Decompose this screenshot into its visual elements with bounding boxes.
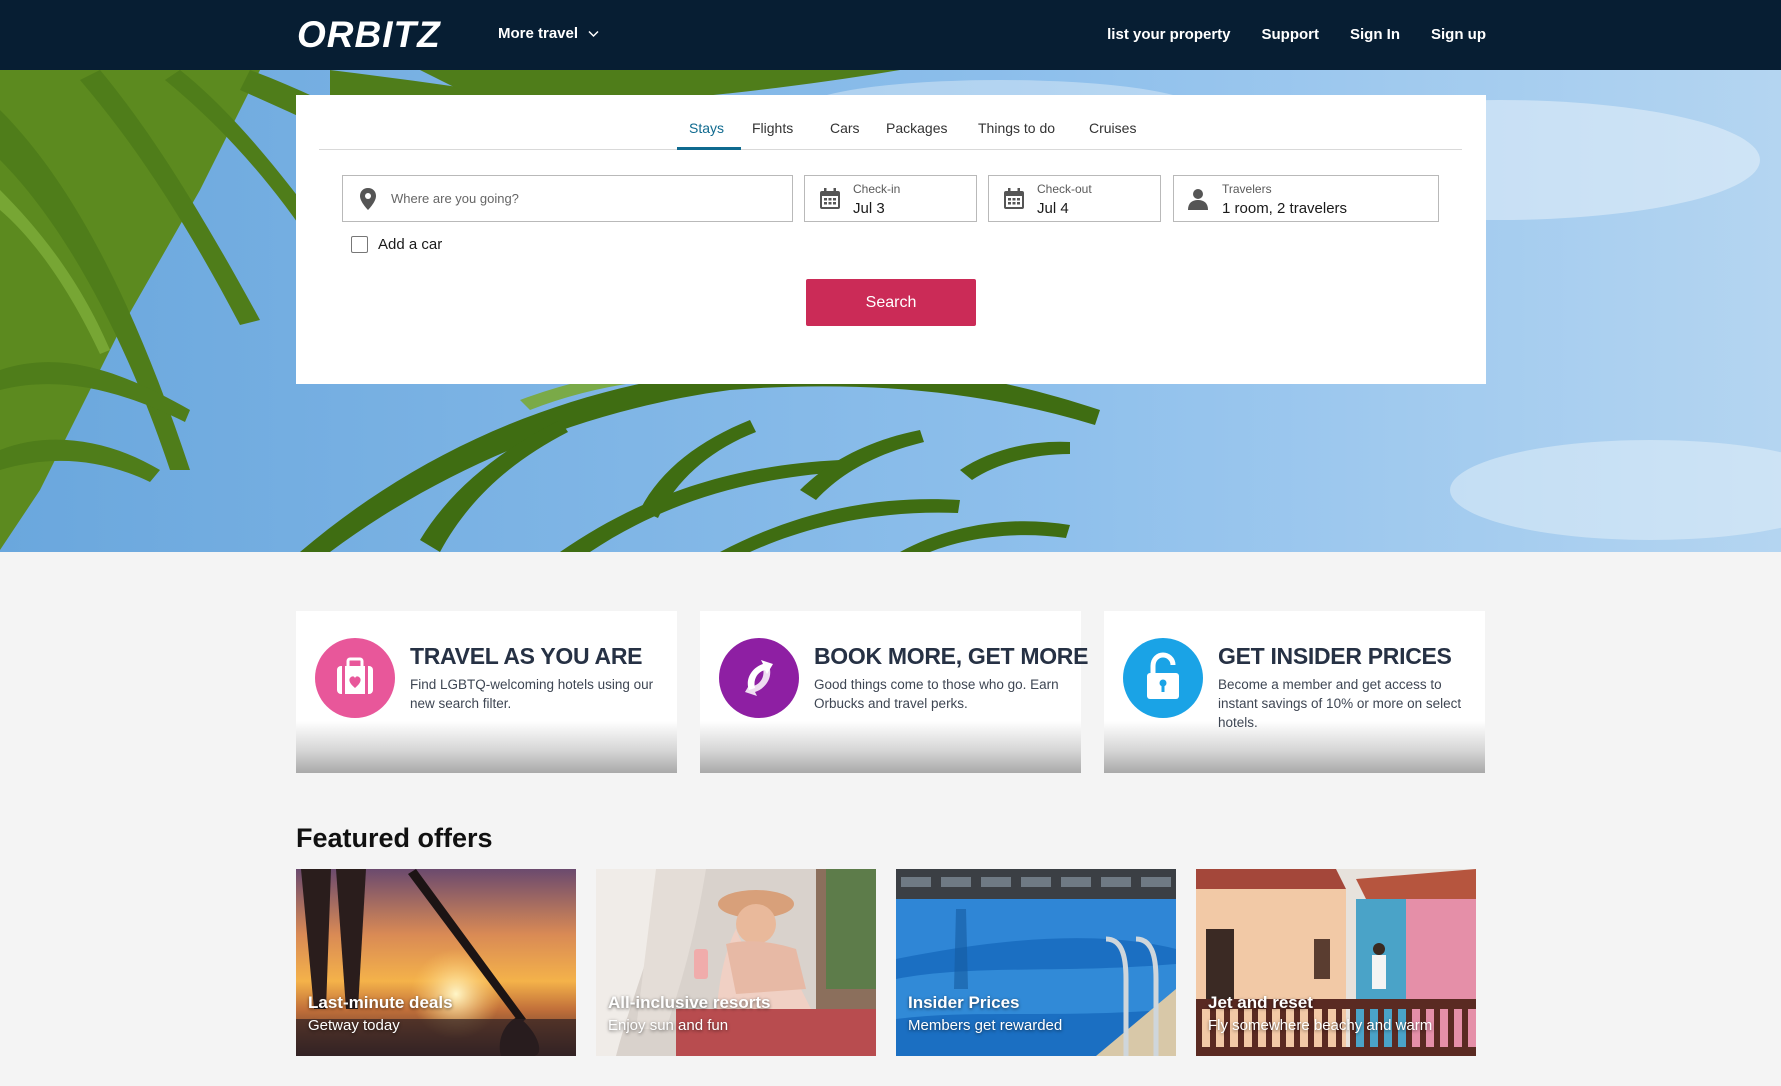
active-tab-indicator (677, 147, 741, 150)
promo-title: GET INSIDER PRICES (1218, 643, 1452, 669)
suitcase-heart-icon (315, 638, 395, 718)
orbucks-icon (719, 638, 799, 718)
sign-in-link[interactable]: Sign In (1350, 26, 1400, 43)
sign-up-link[interactable]: Sign up (1431, 26, 1486, 43)
featured-offers-heading: Featured offers (296, 823, 493, 853)
more-travel-label: More travel (498, 25, 579, 42)
calendar-icon (1004, 188, 1024, 209)
offer-card-all-inclusive-resorts[interactable]: All-inclusive resorts Enjoy sun and fun (596, 869, 876, 1056)
offer-card-jet-and-reset[interactable]: Jet and reset Fly somewhere beachy and w… (1196, 869, 1476, 1056)
promo-book-more-get-more[interactable]: BOOK MORE, GET MORE Good things come to … (700, 611, 1088, 773)
chevron-down-icon (588, 30, 599, 37)
checkin-field[interactable]: Check-in Jul 3 (804, 175, 977, 222)
add-car-checkbox[interactable]: Add a car (351, 236, 442, 253)
checkbox-box[interactable] (351, 236, 368, 253)
destination-placeholder: Where are you going? (391, 191, 519, 206)
list-your-property-link[interactable]: list your property (1107, 26, 1230, 43)
more-travel-menu[interactable]: More travel (498, 25, 599, 42)
promo-title: BOOK MORE, GET MORE (814, 643, 1089, 669)
top-navigation-bar: ORBITZ More travel list your property Su… (0, 0, 1781, 70)
checkin-label: Check-in (853, 182, 901, 196)
checkout-label: Check-out (1037, 182, 1092, 196)
support-link[interactable]: Support (1262, 26, 1320, 43)
add-car-label: Add a car (378, 236, 443, 253)
promo-get-insider-prices[interactable]: GET INSIDER PRICES Become a member and g… (1104, 611, 1485, 773)
travelers-value: 1 room, 2 travelers (1222, 200, 1348, 217)
checkin-value: Jul 3 (853, 200, 885, 217)
offer-title: Last-minute deals (308, 993, 453, 1012)
svg-text:ORBITZ: ORBITZ (297, 14, 441, 54)
offer-subtitle: Members get rewarded (908, 1017, 1063, 1034)
promo-title: TRAVEL AS YOU ARE (410, 643, 643, 669)
person-icon (1188, 189, 1208, 210)
travelers-label: Travelers (1222, 182, 1272, 196)
promo-travel-as-you-are[interactable]: TRAVEL AS YOU ARE Find LGBTQ-welcoming h… (296, 611, 677, 773)
tab-things-to-do[interactable]: Things to do (978, 120, 1055, 136)
tab-cars[interactable]: Cars (830, 120, 860, 136)
offer-title: All-inclusive resorts (608, 993, 771, 1012)
destination-input[interactable]: Where are you going? (342, 175, 793, 222)
tab-stays[interactable]: Stays (689, 120, 724, 136)
offer-card-insider-prices[interactable]: Insider Prices Members get rewarded (896, 869, 1176, 1056)
checkout-field[interactable]: Check-out Jul 4 (988, 175, 1161, 222)
tab-flights[interactable]: Flights (752, 120, 793, 136)
offer-subtitle: Fly somewhere beachy and warm (1208, 1017, 1433, 1034)
promo-text: Become a member and get access to instan… (1218, 677, 1462, 730)
promo-text: Good things come to those who go. Earn O… (814, 677, 1059, 711)
calendar-icon (820, 188, 840, 209)
unlock-icon (1123, 638, 1203, 718)
tab-cruises[interactable]: Cruises (1089, 120, 1136, 136)
location-pin-icon (360, 188, 376, 210)
offer-card-last-minute-deals[interactable]: Last-minute deals Getway today (296, 869, 576, 1056)
search-card: Stays Flights Cars Packages Things to do… (296, 95, 1486, 384)
tab-packages[interactable]: Packages (886, 120, 947, 136)
promo-text: Find LGBTQ-welcoming hotels using our ne… (410, 677, 654, 711)
checkout-value: Jul 4 (1037, 200, 1069, 217)
orbitz-logo[interactable]: ORBITZ (295, 14, 460, 54)
offer-subtitle: Getway today (308, 1017, 400, 1034)
search-button[interactable]: Search (806, 279, 976, 326)
offer-title: Insider Prices (908, 993, 1020, 1012)
offer-subtitle: Enjoy sun and fun (608, 1017, 729, 1034)
travelers-field[interactable]: Travelers 1 room, 2 travelers (1173, 175, 1439, 222)
offer-title: Jet and reset (1208, 993, 1313, 1012)
search-tabs: Stays Flights Cars Packages Things to do… (319, 95, 1462, 150)
